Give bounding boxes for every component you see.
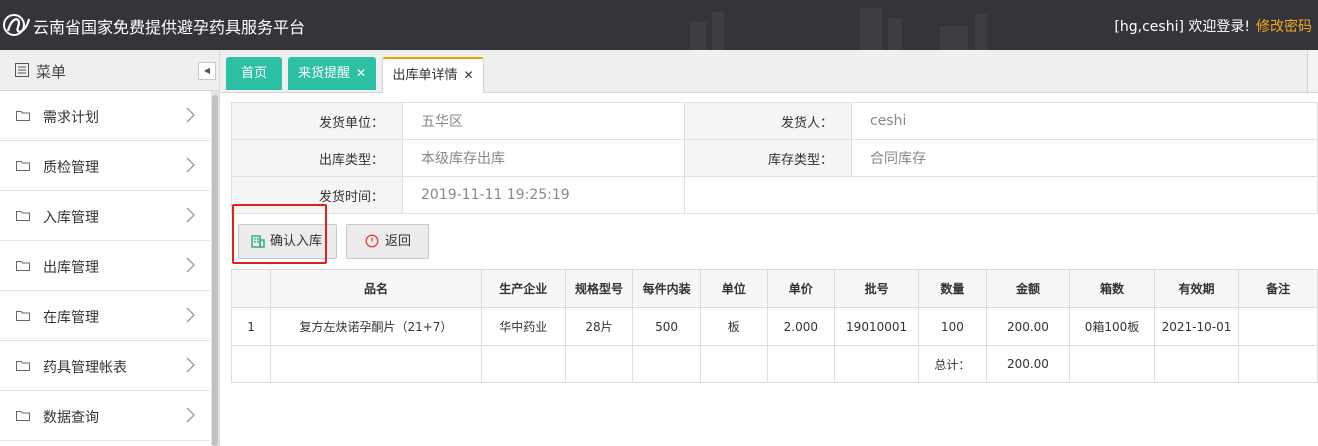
chevron-right-icon xyxy=(186,407,195,423)
sidebar-item-data-query[interactable]: 数据查询 xyxy=(0,391,210,441)
header-expiry[interactable]: 有效期 xyxy=(1153,269,1240,308)
back-label: 返回 xyxy=(385,234,412,249)
sidebar-item-label: 入库管理 xyxy=(43,210,99,226)
tab-outbound-detail[interactable]: 出库单详情 ✕ xyxy=(382,57,484,93)
empty-cell xyxy=(684,176,1318,214)
cell-price: 2.000 xyxy=(766,307,835,346)
table-row[interactable]: 1 复方左炔诺孕酮片（21+7） 华中药业 28片 500 板 2.000 19… xyxy=(230,307,1318,346)
platform-logo-icon xyxy=(3,14,31,36)
menu-header: 菜单 ◀ xyxy=(0,50,219,91)
out-type-value: 本级库存出库 xyxy=(402,139,685,177)
total-amount: 200.00 xyxy=(985,345,1071,383)
close-icon[interactable]: ✕ xyxy=(463,68,473,82)
ship-unit-value: 五华区 xyxy=(402,102,685,140)
tab-arrival-reminder[interactable]: 来货提醒 ✕ xyxy=(288,57,376,90)
change-password-link[interactable]: 修改密码 xyxy=(1256,19,1312,35)
table-header-row: 品名 生产企业 规格型号 每件内装 单位 单价 批号 数量 金额 箱数 有效期 … xyxy=(230,269,1318,308)
row-index: 1 xyxy=(230,307,272,346)
menu-list-icon xyxy=(15,63,29,77)
cell-batch: 19010001 xyxy=(833,307,920,346)
tab-label: 出库单详情 xyxy=(392,68,458,83)
header-qty[interactable]: 数量 xyxy=(918,269,987,308)
cell-boxes: 0箱100板 xyxy=(1069,307,1155,346)
header-per-piece[interactable]: 每件内装 xyxy=(632,269,701,308)
header-batch[interactable]: 批号 xyxy=(833,269,920,308)
cell-spec: 28片 xyxy=(564,307,634,346)
tab-label: 首页 xyxy=(240,66,267,81)
cell-per-piece: 500 xyxy=(632,307,701,346)
chevron-right-icon xyxy=(186,357,195,373)
sidebar-scrollbar-thumb[interactable] xyxy=(212,95,218,446)
header-unit[interactable]: 单位 xyxy=(699,269,768,308)
header-remark[interactable]: 备注 xyxy=(1238,269,1318,308)
cell-maker: 华中药业 xyxy=(480,307,566,346)
header-price[interactable]: 单价 xyxy=(766,269,835,308)
sidebar-item-outbound[interactable]: 出库管理 xyxy=(0,241,210,291)
ship-unit-label: 发货单位： xyxy=(231,102,403,140)
sidebar-item-label: 在库管理 xyxy=(43,310,99,326)
back-button[interactable]: 返回 xyxy=(346,224,429,259)
sidebar-item-inbound[interactable]: 入库管理 xyxy=(0,191,210,241)
header-boxes[interactable]: 箱数 xyxy=(1069,269,1155,308)
sidebar-item-quality-check[interactable]: 质检管理 xyxy=(0,141,210,191)
folder-icon xyxy=(16,161,30,171)
menu-title: 菜单 xyxy=(36,63,67,81)
folder-icon xyxy=(16,211,30,221)
sidebar-item-label: 质检管理 xyxy=(43,160,99,176)
close-icon[interactable]: ✕ xyxy=(356,66,366,80)
cell-qty: 100 xyxy=(918,307,987,346)
user-info: [hg,ceshi] 欢迎登录! 修改密码 xyxy=(1114,16,1312,36)
cell-amount: 200.00 xyxy=(985,307,1071,346)
sidebar-item-label: 需求计划 xyxy=(43,110,99,126)
cell-unit: 板 xyxy=(699,307,768,346)
tab-bar: 首页 来货提醒 ✕ 出库单详情 ✕ xyxy=(220,50,1318,93)
chevron-right-icon xyxy=(186,257,195,273)
chevron-right-icon xyxy=(186,307,195,323)
folder-icon xyxy=(16,411,30,421)
tab-home[interactable]: 首页 xyxy=(226,57,282,90)
folder-icon xyxy=(16,361,30,371)
top-header: 云南省国家免费提供避孕药具服务平台 [hg,ceshi] 欢迎登录! 修改密码 xyxy=(0,0,1318,50)
tab-scroll-control[interactable] xyxy=(1307,50,1318,92)
header-index xyxy=(230,269,272,308)
folder-icon xyxy=(16,261,30,271)
shipper-label: 发货人： xyxy=(684,102,852,140)
total-label: 总计： xyxy=(918,345,987,383)
chevron-right-icon xyxy=(186,207,195,223)
sidebar-scrollbar[interactable] xyxy=(211,91,219,446)
shipper-value: ceshi xyxy=(851,102,1318,140)
sidebar-item-label: 药具管理帐表 xyxy=(43,360,127,376)
header-name[interactable]: 品名 xyxy=(270,269,482,308)
sidebar: 菜单 ◀ 需求计划 质检管理 入库管理 出库管理 在库管理 药具管理帐表 数据查… xyxy=(0,50,220,446)
items-table: 品名 生产企业 规格型号 每件内装 单位 单价 批号 数量 金额 箱数 有效期 … xyxy=(230,269,1318,383)
folder-icon xyxy=(16,111,30,121)
sidebar-collapse-button[interactable]: ◀ xyxy=(198,62,216,80)
power-icon xyxy=(365,234,379,248)
sidebar-item-in-stock[interactable]: 在库管理 xyxy=(0,291,210,341)
out-type-label: 出库类型： xyxy=(231,139,403,177)
cell-expiry: 2021-10-01 xyxy=(1153,307,1240,346)
stock-type-label: 库存类型： xyxy=(684,139,852,177)
outbound-info-table: 发货单位： 五华区 发货人： ceshi 出库类型： 本级库存出库 库存类型： … xyxy=(231,102,1318,214)
header-amount[interactable]: 金额 xyxy=(985,269,1071,308)
user-greeting: [hg,ceshi] 欢迎登录! xyxy=(1114,19,1250,35)
cell-remark xyxy=(1238,307,1318,346)
tab-label: 来货提醒 xyxy=(297,66,350,81)
stock-type-value: 合同库存 xyxy=(851,139,1318,177)
app-title: 云南省国家免费提供避孕药具服务平台 xyxy=(33,18,306,37)
chevron-right-icon xyxy=(186,107,195,123)
header-spec[interactable]: 规格型号 xyxy=(564,269,634,308)
cell-name: 复方左炔诺孕酮片（21+7） xyxy=(270,307,482,346)
header-maker[interactable]: 生产企业 xyxy=(480,269,566,308)
highlight-box xyxy=(232,204,327,264)
ship-time-value: 2019-11-11 19:25:19 xyxy=(402,176,685,214)
folder-icon xyxy=(16,311,30,321)
sidebar-item-label: 数据查询 xyxy=(43,410,99,426)
table-summary-row: 总计： 200.00 xyxy=(230,345,1318,383)
sidebar-item-label: 出库管理 xyxy=(43,260,99,276)
chevron-right-icon xyxy=(186,157,195,173)
sidebar-item-ledger[interactable]: 药具管理帐表 xyxy=(0,341,210,391)
sidebar-item-demand-plan[interactable]: 需求计划 xyxy=(0,91,210,141)
